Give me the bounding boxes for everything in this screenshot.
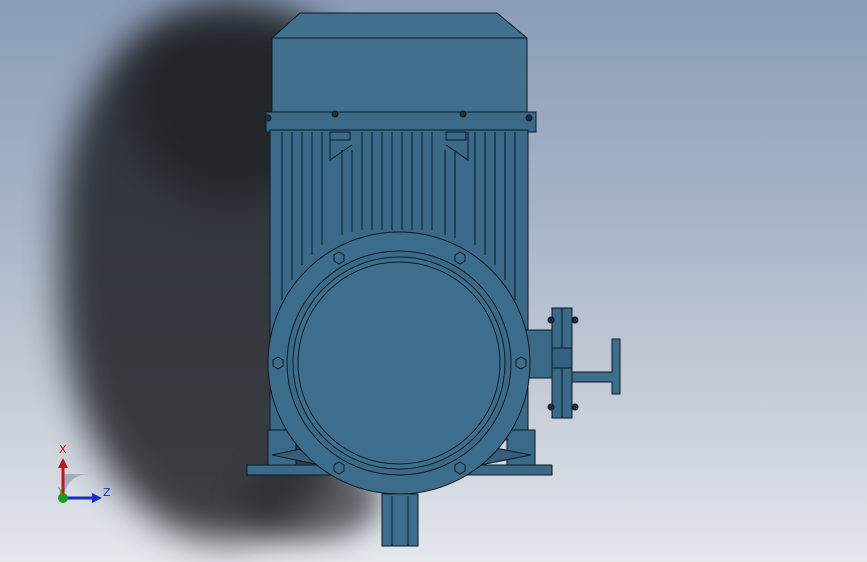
shaft xyxy=(381,493,419,547)
graphics-viewport[interactable]: X Y Z xyxy=(0,0,867,562)
x-axis-label: X xyxy=(59,443,67,456)
z-axis-label: Z xyxy=(103,486,111,499)
motor-model[interactable] xyxy=(0,0,867,562)
fan-cover xyxy=(271,12,528,119)
cable-gland xyxy=(571,338,621,395)
y-axis-label: Y xyxy=(58,487,64,497)
